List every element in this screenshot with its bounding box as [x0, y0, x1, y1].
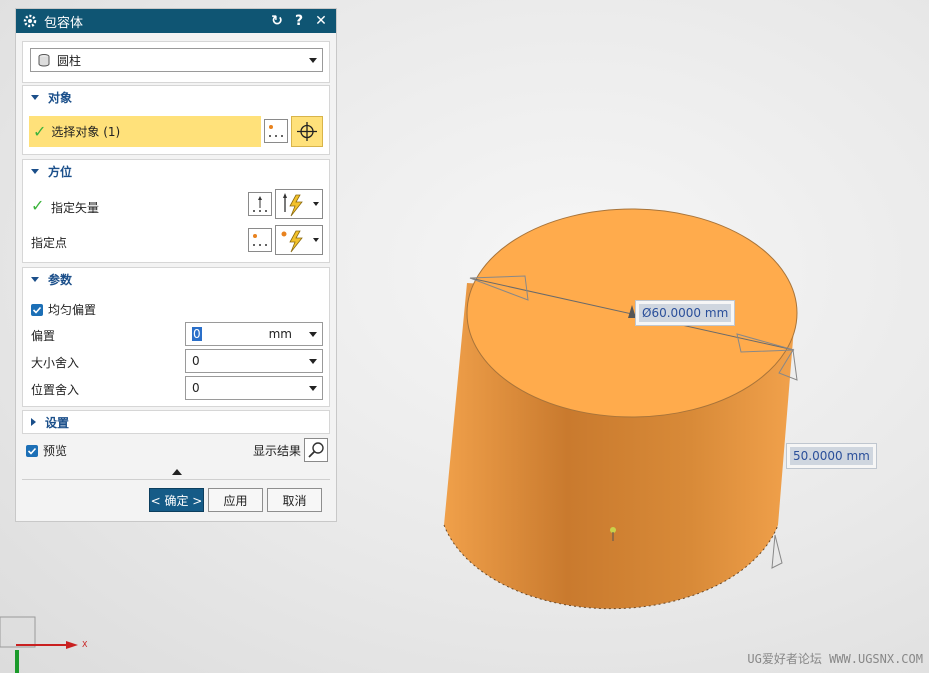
settings-section-title: 设置: [45, 415, 70, 430]
dialog-titlebar[interactable]: 包容体 ↻ ? ✕: [16, 9, 336, 33]
point-dialog-button[interactable]: [248, 228, 272, 252]
collapse-icon: [31, 276, 39, 282]
specify-point-label: 指定点: [31, 236, 68, 250]
cylinder-icon: [38, 54, 50, 67]
apply-button[interactable]: 应用: [208, 488, 263, 512]
chevron-down-icon: [309, 359, 317, 364]
crosshair-icon: [297, 122, 317, 141]
show-result-label: 显示结果: [253, 444, 302, 458]
cancel-button[interactable]: 取消: [267, 488, 322, 512]
inferred-vector-select[interactable]: [275, 189, 323, 219]
points-icon: [253, 234, 267, 246]
chevron-down-icon: [313, 238, 319, 242]
parameters-section-title: 参数: [48, 272, 73, 287]
uniform-offset-label: 均匀偏置: [48, 303, 97, 317]
settings-section[interactable]: 设置: [22, 410, 330, 434]
inferred-point-icon: [281, 230, 303, 253]
select-object-row[interactable]: ✓ 选择对象 (1): [29, 116, 261, 147]
show-result-button[interactable]: [304, 438, 328, 462]
object-section-title: 对象: [48, 90, 73, 105]
checkbox-checked-icon: [26, 444, 38, 457]
size-round-select[interactable]: 0: [185, 349, 323, 373]
parameters-section: 参数 均匀偏置 偏置 0 mm 大小舍入 0 位置舍入 0: [22, 267, 330, 407]
divider: [22, 479, 330, 480]
bounding-body-dialog: 包容体 ↻ ? ✕ 圆柱 对象 ✓ 选择对象 (1) 方位 ✓ 指定矢量 指定点…: [15, 8, 337, 522]
orientation-section-header[interactable]: 方位: [23, 160, 329, 182]
chevron-down-icon: [309, 386, 317, 391]
position-round-value: 0: [192, 381, 200, 395]
collapse-icon: [31, 94, 39, 100]
checkmark-icon: ✓: [33, 122, 47, 141]
diameter-dimension[interactable]: Ø60.0000 mm: [636, 301, 735, 325]
vector-icon: [253, 196, 267, 212]
magnifier-icon: [308, 442, 324, 458]
offset-label: 偏置: [31, 329, 56, 343]
settings-section-header[interactable]: 设置: [23, 411, 329, 433]
chevron-down-icon: [309, 58, 317, 63]
preview-label: 预览: [43, 444, 68, 458]
checkmark-icon: ✓: [31, 196, 45, 215]
axis-x-label: X: [82, 640, 88, 649]
size-round-label: 大小舍入: [31, 356, 80, 370]
type-select-value: 圆柱: [57, 53, 82, 68]
ok-button[interactable]: < 确定 >: [149, 488, 204, 512]
gear-icon[interactable]: [22, 13, 38, 29]
close-icon[interactable]: ✕: [312, 12, 330, 30]
position-round-label: 位置舍入: [31, 383, 80, 397]
select-filter-button[interactable]: [264, 119, 288, 143]
inferred-point-select[interactable]: [275, 225, 323, 255]
cylinder: [443, 208, 798, 610]
position-round-select[interactable]: 0: [185, 376, 323, 400]
offset-value: 0: [192, 327, 202, 341]
vector-dialog-button[interactable]: [248, 192, 272, 216]
offset-unit: mm: [268, 327, 292, 341]
uniform-offset-checkbox[interactable]: 均匀偏置: [31, 301, 96, 318]
inferred-vector-icon: [283, 193, 303, 217]
crosshair-button[interactable]: [291, 116, 323, 147]
offset-input[interactable]: 0 mm: [185, 322, 323, 346]
orientation-section: 方位 ✓ 指定矢量 指定点: [22, 159, 330, 263]
watermark: UG爱好者论坛 WWW.UGSNX.COM: [747, 652, 923, 666]
collapse-up-icon[interactable]: [172, 469, 182, 475]
chevron-down-icon: [313, 202, 319, 206]
size-round-value: 0: [192, 354, 200, 368]
select-object-label: 选择对象 (1): [51, 125, 121, 139]
reset-icon[interactable]: ↻: [268, 12, 286, 30]
triad-icon: [0, 616, 78, 673]
object-section-header[interactable]: 对象: [23, 86, 329, 108]
type-select[interactable]: 圆柱: [30, 48, 323, 72]
collapse-icon: [31, 168, 39, 174]
type-section: 圆柱: [22, 41, 330, 83]
height-dimension[interactable]: 50.0000 mm: [787, 444, 876, 468]
chevron-down-icon: [309, 332, 317, 337]
checkbox-checked-icon: [31, 303, 43, 316]
orientation-section-title: 方位: [48, 164, 73, 179]
points-icon: [269, 125, 283, 137]
expand-icon: [31, 418, 36, 426]
preview-checkbox[interactable]: 预览: [26, 442, 67, 459]
parameters-section-header[interactable]: 参数: [23, 268, 329, 290]
help-icon[interactable]: ?: [290, 12, 308, 30]
specify-vector-label: 指定矢量: [51, 201, 100, 215]
dialog-title: 包容体: [44, 15, 84, 31]
object-section: 对象 ✓ 选择对象 (1): [22, 85, 330, 155]
